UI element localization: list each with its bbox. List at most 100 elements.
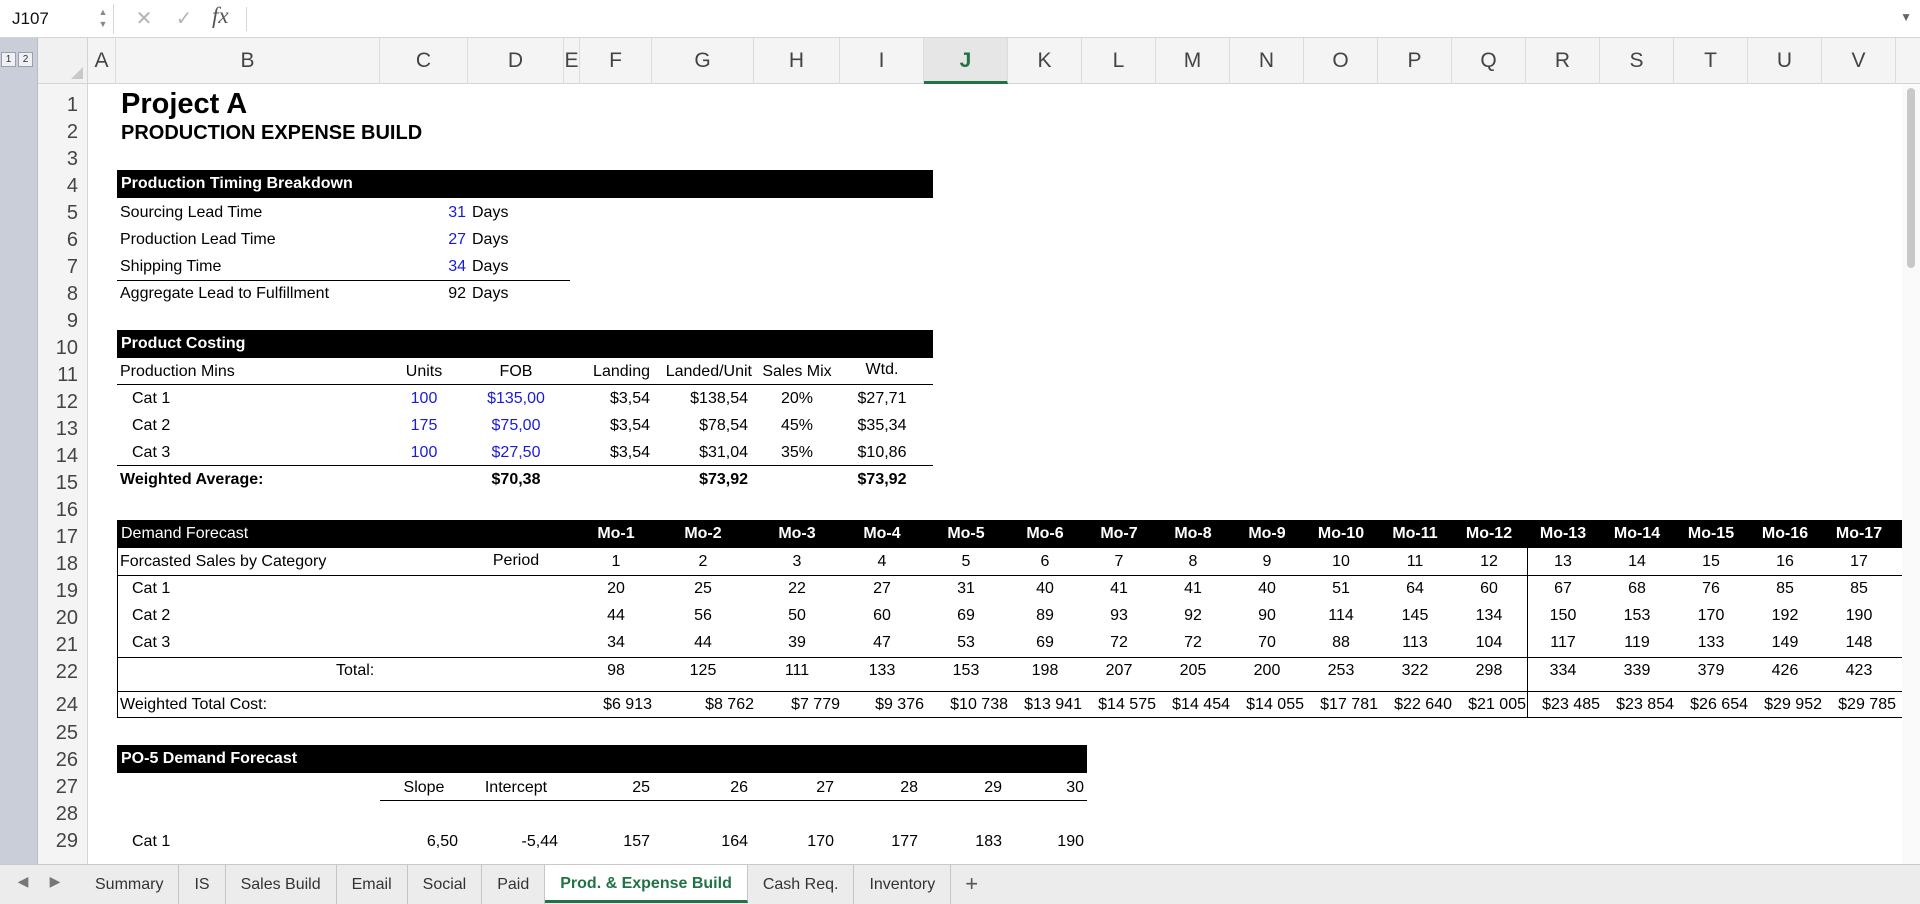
costing-cat3-fob[interactable]: $27,50: [468, 444, 564, 462]
previous-sheet-icon[interactable]: ◀: [12, 873, 34, 890]
column-header-t[interactable]: T: [1674, 38, 1748, 84]
row-header-14[interactable]: 14: [38, 445, 88, 468]
sheet-tab[interactable]: Sales Build: [226, 865, 337, 904]
row-header-1[interactable]: 1: [38, 94, 88, 117]
costing-cat2-units[interactable]: 175: [380, 417, 468, 435]
row-header-28[interactable]: 28: [38, 803, 88, 826]
column-header-o[interactable]: O: [1304, 38, 1378, 84]
column-header-h[interactable]: H: [754, 38, 840, 84]
row-header-19[interactable]: 19: [38, 580, 88, 603]
row-header-5[interactable]: 5: [38, 202, 88, 225]
demand-category-value: 60: [1480, 580, 1498, 597]
row-header-15[interactable]: 15: [38, 472, 88, 495]
outline-level-2-button[interactable]: 2: [18, 52, 33, 67]
costing-col-landed-unit: Landed/Unit: [665, 363, 752, 380]
demand-category-value: 76: [1702, 580, 1720, 597]
timing-value-sourcing[interactable]: 31: [428, 204, 466, 222]
sheet-tab[interactable]: Email: [337, 865, 408, 904]
fx-icon[interactable]: fx: [212, 3, 229, 29]
column-header-g[interactable]: G: [652, 38, 754, 84]
costing-cat1-units[interactable]: 100: [380, 390, 468, 408]
timing-value-production[interactable]: 27: [428, 231, 466, 249]
confirm-icon[interactable]: ✓: [170, 4, 198, 34]
row-header-4[interactable]: 4: [38, 175, 88, 198]
column-header-i[interactable]: I: [840, 38, 924, 84]
row-header-20[interactable]: 20: [38, 607, 88, 630]
sheet-tab[interactable]: Cash Req.: [748, 865, 855, 904]
column-header-l[interactable]: L: [1082, 38, 1156, 84]
row-header-16[interactable]: 16: [38, 499, 88, 522]
expand-formula-bar-icon[interactable]: ▼: [1900, 10, 1912, 24]
column-header-m[interactable]: M: [1156, 38, 1230, 84]
row-header-8[interactable]: 8: [38, 283, 88, 306]
demand-category-value: 20: [607, 580, 625, 597]
row-header-13[interactable]: 13: [38, 418, 88, 441]
timing-value-shipping[interactable]: 34: [428, 258, 466, 276]
costing-cat2-fob[interactable]: $75,00: [468, 417, 564, 435]
row-header-3[interactable]: 3: [38, 148, 88, 171]
demand-category-value: 47: [873, 634, 891, 651]
outline-level-buttons: 1 2: [1, 52, 33, 70]
column-header-d[interactable]: D: [468, 38, 564, 84]
outline-level-1-button[interactable]: 1: [1, 52, 16, 67]
column-header-p[interactable]: P: [1378, 38, 1452, 84]
next-sheet-icon[interactable]: ▶: [44, 873, 66, 890]
column-header-r[interactable]: R: [1526, 38, 1600, 84]
row-header-18[interactable]: 18: [38, 553, 88, 576]
sheet-tab[interactable]: Inventory: [854, 865, 952, 904]
name-box-stepper-icon[interactable]: ▲ ▼: [97, 6, 109, 32]
demand-category-value: 69: [957, 607, 975, 624]
row-header-10[interactable]: 10: [38, 337, 88, 360]
demand-category-value: 51: [1332, 580, 1350, 597]
column-header-u[interactable]: U: [1748, 38, 1822, 84]
column-header-n[interactable]: N: [1230, 38, 1304, 84]
column-header-q[interactable]: Q: [1452, 38, 1526, 84]
row-header-17[interactable]: 17: [38, 526, 88, 549]
column-header-a[interactable]: A: [88, 38, 116, 84]
column-header-c[interactable]: C: [380, 38, 468, 84]
column-header-v[interactable]: V: [1822, 38, 1896, 84]
sheet-grid[interactable]: Project A PRODUCTION EXPENSE BUILD Produ…: [88, 84, 1920, 864]
costing-col-mins: Production Mins: [120, 363, 235, 380]
row-header-11[interactable]: 11: [38, 364, 88, 387]
demand-cost-value: $17 781: [1320, 696, 1378, 713]
formula-input[interactable]: [256, 4, 1876, 34]
demand-total-value: 423: [1845, 662, 1873, 679]
costing-cat3-units[interactable]: 100: [380, 444, 468, 462]
sheet-tab[interactable]: Social: [408, 865, 483, 904]
sheet-tab[interactable]: Summary: [80, 865, 180, 904]
sheet-tabs: Summary IS Sales Build Email Social Paid Prod.…: [80, 865, 992, 904]
row-header-2[interactable]: 2: [38, 121, 88, 144]
row-header-21[interactable]: 21: [38, 634, 88, 657]
vertical-scrollbar-thumb[interactable]: [1907, 88, 1915, 268]
row-header-12[interactable]: 12: [38, 391, 88, 414]
column-header-f[interactable]: F: [580, 38, 652, 84]
column-header-k[interactable]: K: [1008, 38, 1082, 84]
column-headers: A B C D E F G H I J K L M N O P Q R S T …: [88, 38, 1920, 84]
column-header-s[interactable]: S: [1600, 38, 1674, 84]
add-sheet-button[interactable]: +: [951, 865, 992, 904]
row-header-24[interactable]: 24: [38, 694, 88, 717]
sheet-tab[interactable]: Prod. & Expense Build: [545, 865, 748, 903]
select-all-corner[interactable]: [38, 38, 88, 84]
demand-total-value: 339: [1623, 662, 1651, 679]
row-header-22[interactable]: 22: [38, 661, 88, 684]
costing-cat2-landed: $78,54: [699, 417, 748, 434]
column-header-e[interactable]: E: [564, 38, 580, 84]
row-header-9[interactable]: 9: [38, 310, 88, 333]
sheet-tab[interactable]: IS: [179, 865, 226, 904]
costing-cat1-fob[interactable]: $135,00: [468, 390, 564, 408]
row-header-27[interactable]: 27: [38, 776, 88, 799]
row-header-25[interactable]: 25: [38, 722, 88, 745]
row-header-29[interactable]: 29: [38, 830, 88, 853]
column-header-j[interactable]: J: [924, 38, 1008, 84]
demand-cost-value: $26 654: [1690, 696, 1748, 713]
cancel-icon[interactable]: ✕: [130, 4, 158, 34]
row-header-26[interactable]: 26: [38, 749, 88, 772]
vertical-scrollbar[interactable]: [1902, 84, 1920, 864]
row-header-6[interactable]: 6: [38, 229, 88, 252]
column-header-b[interactable]: B: [116, 38, 380, 84]
sheet-tab[interactable]: Paid: [482, 865, 546, 904]
costing-weighted-label: Weighted Average:: [120, 471, 264, 488]
row-header-7[interactable]: 7: [38, 256, 88, 279]
